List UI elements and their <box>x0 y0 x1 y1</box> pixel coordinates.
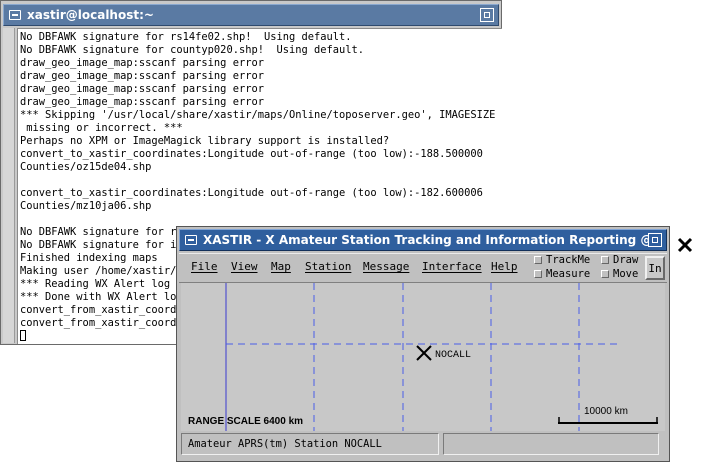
maximize-icon[interactable] <box>480 8 494 22</box>
move-label: Move <box>613 268 639 280</box>
menu-file[interactable]: File <box>191 260 218 273</box>
menu-interface[interactable]: Interface <box>422 260 482 273</box>
status-info <box>443 433 659 455</box>
checkbox-icon <box>601 270 609 278</box>
menu-map[interactable]: Map <box>271 260 291 273</box>
terminal-line: draw_geo_image_map:sscanf parsing error <box>20 57 264 69</box>
menubar: File View Map Station Message Interface … <box>179 253 667 283</box>
terminal-line: *** Reading WX Alert log f <box>20 278 183 290</box>
scale-bar-label: 10000 km <box>584 406 628 417</box>
scale-bar <box>558 417 658 424</box>
terminal-line: Finished indexing maps <box>20 252 158 264</box>
terminal-line: No DBFAWK signature for rs14fe02.shp! Us… <box>20 31 352 43</box>
terminal-line: *** Skipping '/usr/local/share/xastir/ma… <box>20 109 502 121</box>
terminal-line: No DBFAWK signature for countyp020.shp! … <box>20 44 365 56</box>
checkbox-icon <box>534 270 542 278</box>
maximize-icon[interactable] <box>648 233 662 247</box>
station-marker-icon <box>416 345 432 361</box>
terminal-line: No DBFAWK signature for in: <box>20 239 189 251</box>
checkbox-icon <box>601 256 609 264</box>
close-cursor-icon <box>677 237 693 253</box>
terminal-line: *** Done with WX Alert log <box>20 291 183 303</box>
station-label: NOCALL <box>435 350 471 361</box>
terminal-line: convert_from_xastir_coordin <box>20 317 189 329</box>
map-graphics: NOCALL RANGE SCALE 6400 km 10000 km <box>188 283 658 431</box>
checkbox-icon <box>534 256 542 264</box>
measure-label: Measure <box>546 268 591 280</box>
terminal-line: convert_from_xastir_coordin <box>20 304 189 316</box>
move-toggle[interactable]: Move <box>601 268 638 280</box>
status-message: Amateur APRS(tm) Station NOCALL <box>181 433 439 455</box>
menu-view[interactable]: View <box>231 260 258 273</box>
zoom-in-button[interactable]: In <box>645 256 665 280</box>
xastir-title: XASTIR - X Amateur Station Tracking and … <box>203 233 648 247</box>
terminal-line: draw_geo_image_map:sscanf parsing error <box>20 96 264 108</box>
xastir-titlebar[interactable]: XASTIR - X Amateur Station Tracking and … <box>179 229 667 251</box>
menu-message[interactable]: Message <box>363 260 409 273</box>
terminal-line: draw_geo_image_map:sscanf parsing error <box>20 83 264 95</box>
terminal-line: convert_to_xastir_coordinates:Longitude … <box>20 148 483 160</box>
terminal-line: Making user /home/xastir/.x <box>20 265 189 277</box>
terminal-line: draw_geo_image_map:sscanf parsing error <box>20 70 264 82</box>
draw-label: Draw <box>613 254 639 266</box>
terminal-line: Counties/mz10ja06.shp <box>20 200 152 212</box>
terminal-line: Perhaps no XPM or ImageMagick library su… <box>20 135 390 147</box>
trackme-toggle[interactable]: TrackMe <box>534 254 590 266</box>
measure-toggle[interactable]: Measure <box>534 268 590 280</box>
terminal-title: xastir@localhost:~ <box>27 8 154 22</box>
range-scale-label: RANGE SCALE 6400 km <box>188 416 303 427</box>
status-bar: Amateur APRS(tm) Station NOCALL <box>181 433 665 457</box>
xastir-window: XASTIR - X Amateur Station Tracking and … <box>176 226 670 462</box>
terminal-line: missing or incorrect. *** <box>20 122 183 134</box>
map-canvas[interactable]: NOCALL RANGE SCALE 6400 km 10000 km <box>181 283 665 431</box>
terminal-line: No DBFAWK signature for rt3 <box>20 226 189 238</box>
draw-toggle[interactable]: Draw <box>601 254 638 266</box>
menu-station[interactable]: Station <box>305 260 351 273</box>
terminal-cursor <box>20 330 26 341</box>
terminal-line: convert_to_xastir_coordinates:Longitude … <box>20 187 483 199</box>
window-menu-icon[interactable] <box>9 10 21 20</box>
terminal-line: Counties/oz15de04.shp <box>20 161 152 173</box>
terminal-titlebar[interactable]: xastir@localhost:~ <box>3 4 499 26</box>
window-menu-icon[interactable] <box>185 235 197 245</box>
menu-help[interactable]: Help <box>491 260 518 273</box>
terminal-scrollbar[interactable] <box>3 28 15 343</box>
trackme-label: TrackMe <box>546 254 591 266</box>
